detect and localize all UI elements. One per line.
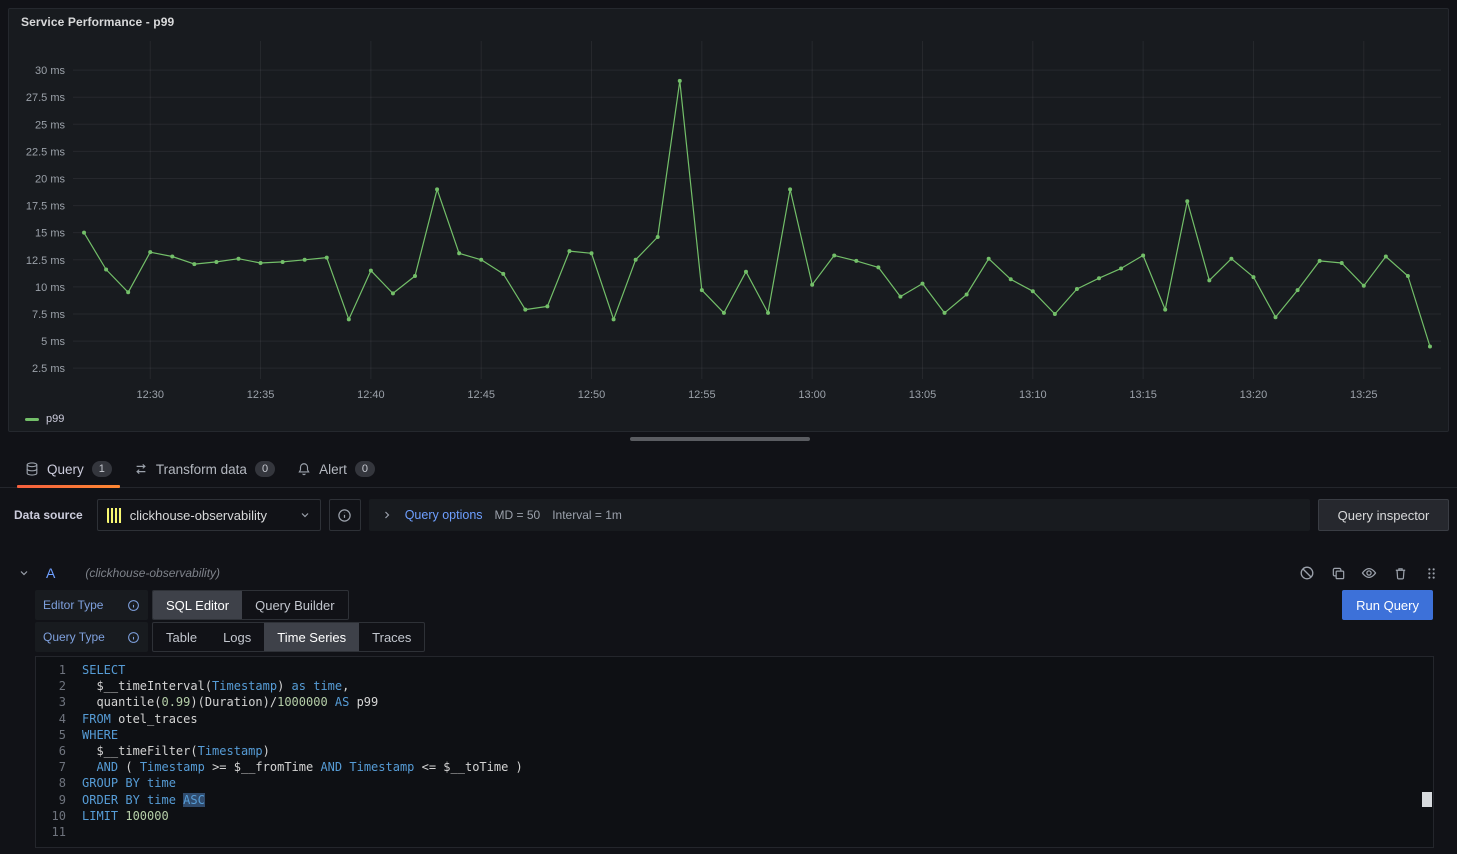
timeseries-chart[interactable]: 2.5 ms 5 ms 7.5 ms 10 ms 12.5 ms 15 ms 17.5 ms… — [9, 35, 1448, 407]
transform-icon — [134, 462, 148, 476]
svg-text:13:00: 13:00 — [798, 389, 826, 401]
svg-text:12:40: 12:40 — [357, 389, 385, 401]
svg-text:25 ms: 25 ms — [35, 119, 65, 131]
svg-text:20 ms: 20 ms — [35, 173, 65, 185]
run-query-button[interactable]: Run Query — [1342, 590, 1433, 620]
chevron-right-icon[interactable] — [381, 509, 393, 521]
tab-alert-count: 0 — [355, 461, 375, 477]
svg-text:12:30: 12:30 — [136, 389, 164, 401]
hide-response-button[interactable] — [1361, 565, 1377, 581]
query-options-bar: Query options MD = 50 Interval = 1m — [369, 499, 1310, 531]
query-datasource-hint: (clickhouse-observability) — [85, 566, 220, 580]
datasource-picker[interactable]: clickhouse-observability — [97, 499, 321, 531]
query-options-interval: Interval = 1m — [552, 508, 622, 522]
drag-query-handle[interactable] — [1423, 565, 1439, 581]
svg-text:12:35: 12:35 — [247, 389, 275, 401]
svg-text:12:45: 12:45 — [467, 389, 495, 401]
datasource-help-button[interactable] — [329, 499, 361, 531]
query-type-option-logs[interactable]: Logs — [210, 623, 264, 651]
editor-type-toggle: SQL Editor Query Builder — [152, 590, 349, 620]
disable-query-button[interactable] — [1299, 565, 1315, 581]
svg-text:13:05: 13:05 — [909, 389, 937, 401]
svg-text:13:10: 13:10 — [1019, 389, 1047, 401]
datasource-label: Data source — [14, 508, 83, 522]
editor-type-label: Editor Type — [35, 590, 148, 620]
svg-text:13:25: 13:25 — [1350, 389, 1378, 401]
tab-transform-label: Transform data — [156, 462, 247, 477]
editor-overview-cursor — [1422, 792, 1432, 807]
database-icon — [25, 462, 39, 476]
query-options-link[interactable]: Query options — [405, 508, 483, 522]
info-circle-icon[interactable] — [127, 631, 140, 644]
horizontal-scrollbar[interactable] — [630, 437, 810, 441]
datasource-selected-value: clickhouse-observability — [130, 508, 291, 523]
query-type-row: Query Type Table Logs Time Series Traces — [35, 622, 425, 652]
query-type-toggle: Table Logs Time Series Traces — [152, 622, 425, 652]
tab-alert-label: Alert — [319, 462, 347, 477]
datasource-row: Data source clickhouse-observability Que… — [8, 499, 1449, 531]
svg-text:12:55: 12:55 — [688, 389, 716, 401]
query-options-md: MD = 50 — [495, 508, 541, 522]
svg-text:30 ms: 30 ms — [35, 65, 65, 77]
query-ref-id: A — [46, 565, 55, 581]
svg-text:7.5 ms: 7.5 ms — [32, 309, 66, 321]
editor-type-option-sql-editor[interactable]: SQL Editor — [153, 591, 242, 619]
info-circle-icon[interactable] — [127, 599, 140, 612]
svg-text:22.5 ms: 22.5 ms — [26, 146, 66, 158]
query-type-option-table[interactable]: Table — [153, 623, 210, 651]
info-circle-icon — [337, 508, 352, 523]
svg-text:27.5 ms: 27.5 ms — [26, 92, 66, 104]
sql-code-lines: 1SELECT2 $__timeInterval(Timestamp) as t… — [36, 662, 1433, 840]
editor-type-row: Editor Type SQL Editor Query Builder — [35, 590, 349, 620]
copy-icon — [1331, 566, 1346, 581]
svg-text:12.5 ms: 12.5 ms — [26, 255, 66, 267]
query-type-option-time-series[interactable]: Time Series — [264, 623, 359, 651]
query-editor-tabs: Query 1 Transform data 0 Alert 0 — [0, 451, 1457, 488]
tab-transform-data[interactable]: Transform data 0 — [123, 451, 286, 487]
tab-query-count: 1 — [92, 461, 112, 477]
svg-text:15 ms: 15 ms — [35, 228, 65, 240]
svg-text:13:15: 13:15 — [1129, 389, 1157, 401]
query-row-actions — [1299, 565, 1439, 581]
bell-icon — [297, 462, 311, 476]
tab-alert[interactable]: Alert 0 — [286, 451, 386, 487]
svg-text:12:50: 12:50 — [578, 389, 606, 401]
legend-series-label[interactable]: p99 — [46, 413, 64, 425]
svg-text:2.5 ms: 2.5 ms — [32, 363, 66, 375]
drag-dots-icon — [1424, 566, 1439, 581]
tab-query[interactable]: Query 1 — [14, 451, 123, 487]
query-type-label: Query Type — [35, 622, 148, 652]
trash-icon — [1393, 566, 1408, 581]
svg-text:10 ms: 10 ms — [35, 282, 65, 294]
tab-transform-count: 0 — [255, 461, 275, 477]
editor-type-option-query-builder[interactable]: Query Builder — [242, 591, 347, 619]
timeseries-panel: Service Performance - p99 2.5 ms 5 ms 7.5 … — [8, 8, 1449, 432]
panel-title[interactable]: Service Performance - p99 — [9, 9, 1448, 35]
svg-text:13:20: 13:20 — [1240, 389, 1268, 401]
duplicate-query-button[interactable] — [1330, 565, 1346, 581]
query-row-header: A (clickhouse-observability) — [8, 558, 1449, 588]
remove-query-button[interactable] — [1392, 565, 1408, 581]
chevron-down-icon — [299, 509, 311, 521]
tab-query-label: Query — [47, 462, 84, 477]
legend-series-swatch — [25, 418, 39, 421]
sql-code-editor[interactable]: 1SELECT2 $__timeInterval(Timestamp) as t… — [35, 656, 1434, 848]
query-inspector-button[interactable]: Query inspector — [1318, 499, 1449, 531]
collapse-chevron-icon[interactable] — [18, 567, 30, 579]
eye-icon — [1361, 565, 1377, 581]
svg-text:17.5 ms: 17.5 ms — [26, 201, 66, 213]
circle-slash-icon — [1299, 565, 1315, 581]
query-type-option-traces[interactable]: Traces — [359, 623, 424, 651]
clickhouse-logo-icon — [107, 508, 122, 523]
svg-text:5 ms: 5 ms — [41, 336, 65, 348]
